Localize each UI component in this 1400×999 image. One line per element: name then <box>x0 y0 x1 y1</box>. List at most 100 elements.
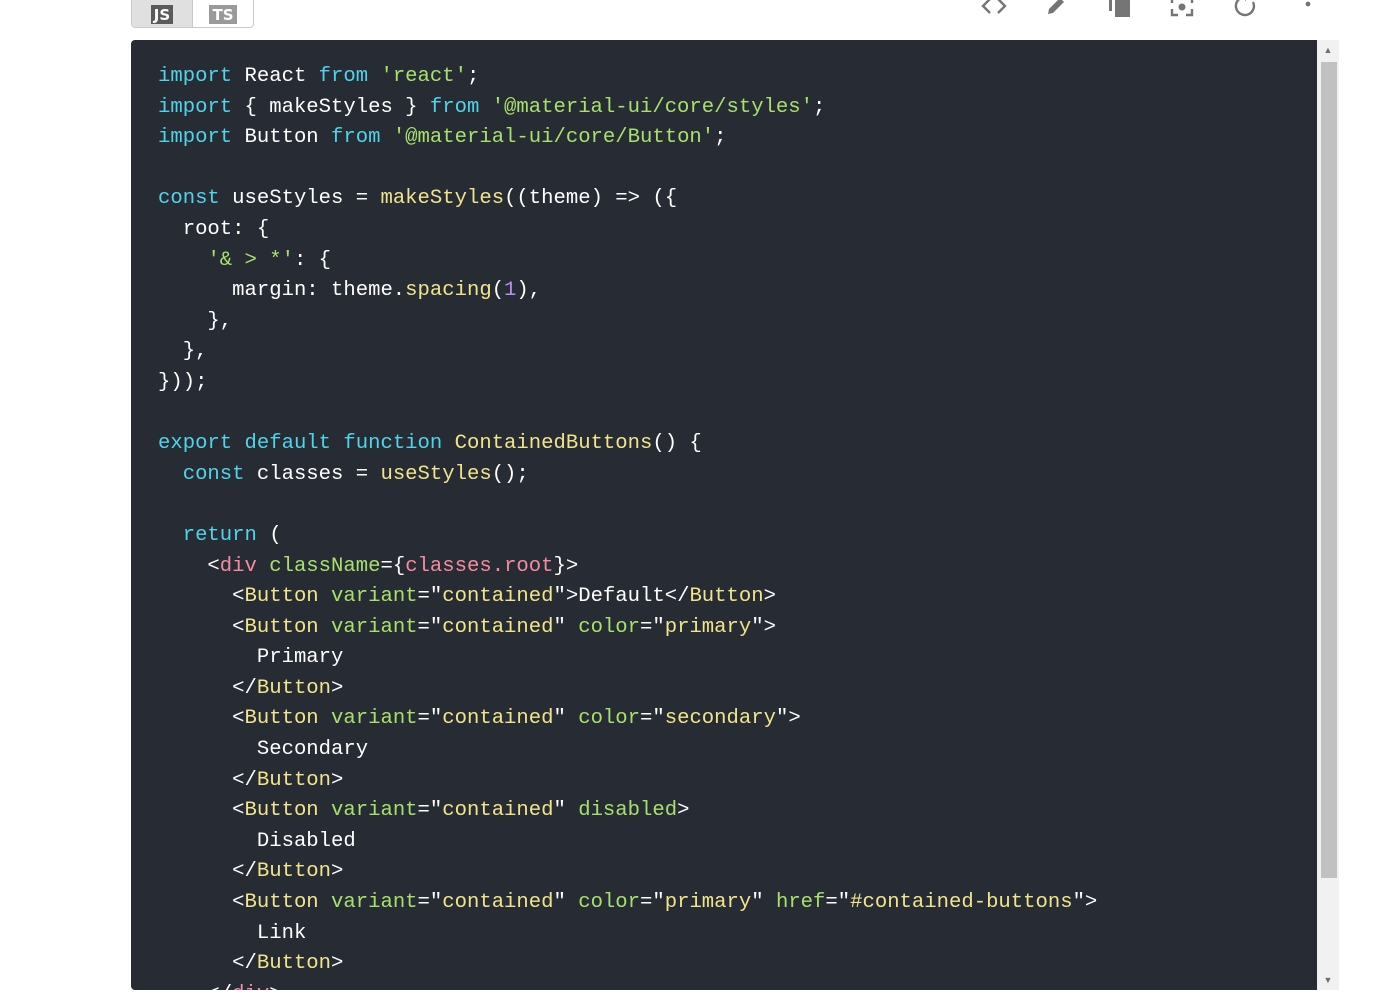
code-line: </Button> <box>158 674 1317 705</box>
code-line: const useStyles = makeStyles((theme) => … <box>158 184 1317 215</box>
component-token: Button <box>256 676 332 700</box>
plain-token: ={ <box>380 554 406 578</box>
keyword-token: import <box>158 95 233 119</box>
plain-token: > <box>331 860 344 884</box>
edit-icon[interactable] <box>1042 0 1070 18</box>
code-line: margin: theme.spacing(1), <box>158 276 1317 307</box>
plain-token: </ <box>158 860 257 884</box>
plain-token: ( <box>256 523 282 547</box>
keyword-token: import <box>158 65 233 88</box>
plain-token: =" <box>640 891 665 915</box>
attribute-value-token: contained <box>442 707 554 731</box>
plain-token: " <box>553 707 579 731</box>
code-line: <Button variant="contained" disabled> <box>158 796 1317 827</box>
attribute-token: variant <box>331 891 418 915</box>
js-toggle-button[interactable]: JS <box>132 0 193 27</box>
attribute-token: variant <box>331 707 418 731</box>
plain-token: Secondary <box>158 738 369 762</box>
plain-token: Primary <box>158 646 344 670</box>
copy-icon[interactable] <box>1105 0 1133 18</box>
attribute-value-token: secondary <box>664 707 776 731</box>
plain-token: ">Default</ <box>553 585 690 609</box>
reset-icon[interactable] <box>1231 0 1259 18</box>
plain-token: ), <box>516 279 542 303</box>
language-toggle: JS TS <box>131 0 254 28</box>
plain-token: }, <box>158 309 233 333</box>
attribute-token: color <box>578 615 641 639</box>
screenshot-icon[interactable] <box>1168 0 1196 18</box>
plain-token: < <box>158 891 245 915</box>
plain-token: > <box>331 952 344 976</box>
plain-token: > <box>763 585 776 609</box>
plain-token: margin: theme. <box>158 279 406 303</box>
scroll-down-arrow[interactable]: ▼ <box>1317 970 1339 990</box>
tag-token: classes <box>405 554 492 578</box>
code-line: root: { <box>158 215 1317 246</box>
attribute-token: variant <box>331 615 418 639</box>
plain-token: classes = <box>244 462 381 486</box>
code-line: })); <box>158 368 1317 399</box>
plain-token: =" <box>417 615 443 639</box>
code-line: Disabled <box>158 827 1317 858</box>
code-line: }, <box>158 337 1317 368</box>
plain-token: : { <box>293 248 332 272</box>
code-line: </Button> <box>158 949 1317 980</box>
code-icon[interactable] <box>980 0 1008 18</box>
string-token: 'react' <box>380 65 467 88</box>
plain-token: " <box>553 891 579 915</box>
js-label: JS <box>150 4 174 24</box>
more-vert-icon[interactable] <box>1294 0 1322 18</box>
ts-toggle-button[interactable]: TS <box>193 0 253 27</box>
tag-token: div <box>219 554 257 578</box>
plain-token: "> <box>775 707 801 731</box>
plain-token: useStyles = <box>219 187 381 211</box>
code-line: </div> <box>158 980 1317 990</box>
component-token: Button <box>256 768 332 792</box>
code-line: <div className={classes.root}> <box>158 552 1317 583</box>
plain-token: Disabled <box>158 829 356 853</box>
code-line: </Button> <box>158 766 1317 797</box>
component-token: Button <box>689 585 764 609</box>
code-line: export default function ContainedButtons… <box>158 429 1317 460</box>
plain-token: =" <box>640 707 665 731</box>
plain-token: > <box>331 676 344 700</box>
vertical-scrollbar[interactable]: ▲ ▼ <box>1317 40 1339 990</box>
tag-token: div <box>232 983 269 990</box>
plain-token: > <box>677 799 690 823</box>
attribute-value-token: contained <box>442 891 554 915</box>
plain-token: (); <box>491 462 529 486</box>
function-token: useStyles <box>380 462 492 486</box>
component-token: Button <box>256 860 332 884</box>
plain-token: "> <box>751 615 776 639</box>
plain-token: > <box>331 768 344 792</box>
keyword-token: import <box>158 126 233 150</box>
attribute-token: variant <box>331 585 418 609</box>
attribute-token: variant <box>331 799 418 823</box>
scroll-thumb[interactable] <box>1321 62 1337 878</box>
plain-token: }, <box>158 340 208 364</box>
code-line: </Button> <box>158 857 1317 888</box>
scroll-up-arrow[interactable]: ▲ <box>1317 40 1339 60</box>
plain-token: })); <box>158 370 208 394</box>
string-token: '& > *' <box>207 248 294 272</box>
plain-token: }> <box>553 554 579 578</box>
attribute-value-token: contained <box>442 799 554 823</box>
code-line: <Button variant="contained" color="secon… <box>158 704 1317 735</box>
code-viewport[interactable]: import React from 'react'; import { makeS… <box>131 40 1317 990</box>
plain-token: =" <box>417 707 443 731</box>
plain-token: ; <box>466 65 480 88</box>
plain-token: > <box>269 983 281 990</box>
code-line: '& > *': { <box>158 246 1317 277</box>
plain-token: =" <box>417 585 443 609</box>
keyword-token: export <box>158 432 233 456</box>
function-token: ContainedButtons <box>454 432 653 456</box>
source-code: import React from 'react'; import { makeS… <box>131 40 1317 990</box>
attribute-value-token: #contained-buttons <box>850 891 1073 915</box>
plain-token: root: { <box>158 217 270 241</box>
